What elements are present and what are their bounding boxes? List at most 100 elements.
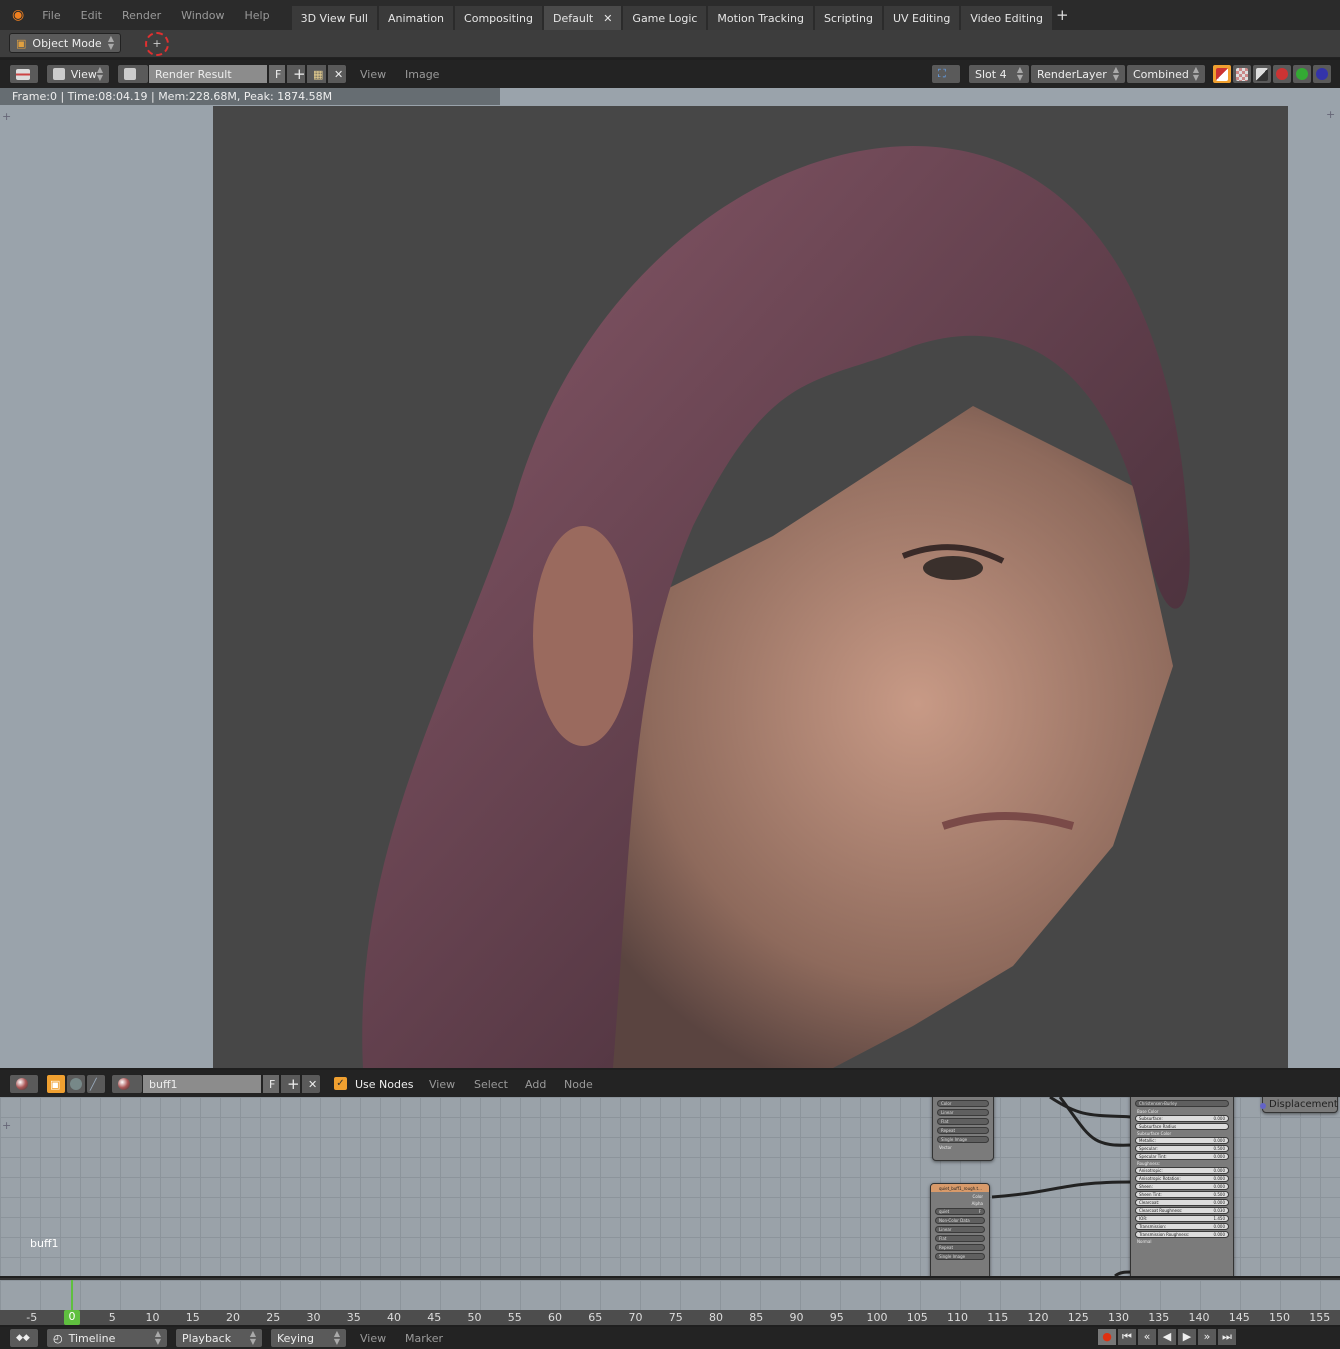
screen-tab[interactable]: Compositing: [455, 6, 542, 30]
blender-logo-icon[interactable]: ◉: [12, 7, 24, 23]
screen-tab[interactable]: Video Editing: [961, 6, 1052, 30]
play-reverse-button[interactable]: ◀: [1157, 1328, 1177, 1346]
jump-end-button[interactable]: ⏭: [1217, 1328, 1237, 1346]
shader-world-button[interactable]: [66, 1074, 86, 1094]
new-image-button[interactable]: +: [286, 64, 306, 84]
node-dropdown[interactable]: Flat: [937, 1118, 989, 1125]
node-header[interactable]: quiet_buff1_rough.t...: [931, 1184, 989, 1192]
slot-dropdown[interactable]: Slot 4 ▲ ▼: [968, 64, 1030, 84]
material-browse-button[interactable]: [111, 1074, 143, 1094]
node-dropdown[interactable]: Single Image: [937, 1136, 989, 1143]
menu-file[interactable]: File: [42, 9, 60, 22]
image-name-field[interactable]: Render Result: [148, 64, 268, 84]
green-channel-button[interactable]: [1292, 64, 1312, 84]
draw-alpha-button[interactable]: [1252, 64, 1272, 84]
frame-ruler[interactable]: -5 5 10 15 20 25 30 35 40 45 50 55 60 65 70 75 80 85 90 95 1…: [0, 1310, 1340, 1325]
draw-image-button[interactable]: [1232, 64, 1252, 84]
unlink-material-button[interactable]: ✕: [301, 1074, 321, 1094]
menu-render[interactable]: Render: [122, 9, 161, 22]
editor-type-button[interactable]: [9, 1074, 39, 1094]
image-texture-node-top[interactable]: Color Linear Flat Repeat Single Image Vector: [932, 1097, 994, 1161]
screen-tab[interactable]: Animation: [378, 6, 454, 30]
image-browse-button[interactable]: [117, 64, 149, 84]
menu-image[interactable]: Image: [405, 68, 439, 81]
region-expand-icon[interactable]: +: [2, 110, 11, 123]
red-channel-button[interactable]: [1272, 64, 1292, 84]
open-image-button[interactable]: ▦: [306, 64, 327, 84]
fake-user-button[interactable]: F: [262, 1074, 280, 1094]
bsdf-input-field[interactable]: Anisotropic: 0.000: [1135, 1167, 1229, 1174]
node-dropdown[interactable]: Flat: [935, 1235, 985, 1242]
node-canvas[interactable]: + buff1 Color Linear Flat Repeat Single Imag…: [0, 1097, 1340, 1276]
bsdf-input-field[interactable]: Specular: 0.500: [1135, 1145, 1229, 1152]
close-icon[interactable]: ✕: [603, 12, 612, 25]
view-dropdown[interactable]: View ▲ ▼: [46, 64, 110, 84]
new-material-button[interactable]: +: [280, 1074, 301, 1094]
material-name-field[interactable]: buff1: [142, 1074, 262, 1094]
menu-view[interactable]: View: [360, 68, 386, 81]
bsdf-input-field[interactable]: IOR: 1.450: [1135, 1215, 1229, 1222]
menu-node[interactable]: Node: [564, 1078, 593, 1091]
jump-start-button[interactable]: ⏮: [1117, 1328, 1137, 1346]
node-dropdown[interactable]: Repeat: [937, 1127, 989, 1134]
screen-tab[interactable]: Game Logic: [623, 6, 707, 30]
distribution-dropdown[interactable]: Christensen-Burley: [1135, 1100, 1229, 1107]
node-dropdown[interactable]: Linear: [935, 1226, 985, 1233]
bsdf-input-field[interactable]: Specular Tint: 0.000: [1135, 1153, 1229, 1160]
menu-window[interactable]: Window: [181, 9, 224, 22]
menu-marker[interactable]: Marker: [405, 1332, 443, 1345]
add-screen-icon[interactable]: +: [1056, 6, 1069, 24]
cursor-icon[interactable]: +: [145, 32, 169, 56]
bsdf-input-field[interactable]: Subsurface: 0.000: [1135, 1115, 1229, 1122]
bsdf-input-field[interactable]: Clearcoat Roughness: 0.030: [1135, 1207, 1229, 1214]
node-dropdown[interactable]: Color: [937, 1100, 989, 1107]
bsdf-input-field[interactable]: Anisotropic Rotation: 0.000: [1135, 1175, 1229, 1182]
current-frame-indicator[interactable]: 0: [64, 1310, 80, 1325]
bsdf-input-field[interactable]: Transmission: 0.000: [1135, 1223, 1229, 1230]
screen-tab[interactable]: Motion Tracking: [708, 6, 814, 30]
use-nodes-checkbox[interactable]: ✓: [334, 1077, 347, 1090]
node-dropdown[interactable]: Linear: [937, 1109, 989, 1116]
bsdf-input-field[interactable]: Clearcoat: 0.000: [1135, 1199, 1229, 1206]
menu-help[interactable]: Help: [245, 9, 270, 22]
bsdf-input-field[interactable]: Metallic: 0.000: [1135, 1137, 1229, 1144]
image-texture-node[interactable]: quiet_buff1_rough.t... Color Alpha quiet F N…: [930, 1183, 990, 1276]
region-expand-icon[interactable]: +: [2, 1119, 11, 1132]
bsdf-input-field[interactable]: Subsurface Radius: [1135, 1123, 1229, 1130]
region-expand-icon[interactable]: +: [1326, 108, 1335, 121]
use-nodes-label[interactable]: Use Nodes: [355, 1078, 414, 1091]
menu-edit[interactable]: Edit: [81, 9, 102, 22]
image-selector[interactable]: quiet F: [935, 1208, 985, 1215]
bsdf-input-field[interactable]: Sheen: 0.000: [1135, 1183, 1229, 1190]
menu-select[interactable]: Select: [474, 1078, 508, 1091]
current-frame-line[interactable]: [71, 1280, 73, 1312]
shader-object-button[interactable]: ▣: [46, 1074, 66, 1094]
mode-selector[interactable]: ▣ Object Mode ▲ ▼: [9, 33, 121, 53]
node-dropdown[interactable]: Repeat: [935, 1244, 985, 1251]
screen-tab[interactable]: UV Editing: [883, 6, 960, 30]
node-dropdown[interactable]: Single Image: [935, 1253, 985, 1260]
layer-dropdown[interactable]: RenderLayer ▲ ▼: [1030, 64, 1126, 84]
material-output-node[interactable]: Displacement: [1260, 1097, 1338, 1113]
unlink-image-button[interactable]: ✕: [327, 64, 347, 84]
timeline-area[interactable]: -5 5 10 15 20 25 30 35 40 45 50 55 60 65 70 75 80 85 90 95 1…: [0, 1278, 1340, 1325]
jump-keyframe-back-button[interactable]: «: [1137, 1328, 1157, 1346]
shader-linestyle-button[interactable]: ╱: [86, 1074, 106, 1094]
principled-bsdf-node[interactable]: Christensen-Burley Base Color Subsurface:…: [1130, 1097, 1234, 1276]
record-button[interactable]: ●: [1097, 1328, 1117, 1346]
jump-keyframe-forward-button[interactable]: »: [1197, 1328, 1217, 1346]
fake-user-button[interactable]: F: [268, 64, 286, 84]
draw-image-alpha-button[interactable]: [1212, 64, 1232, 84]
pass-dropdown[interactable]: Combined ▲ ▼: [1126, 64, 1206, 84]
bsdf-input-field[interactable]: Sheen Tint: 0.500: [1135, 1191, 1229, 1198]
menu-view[interactable]: View: [429, 1078, 455, 1091]
editor-type-button[interactable]: [9, 64, 39, 84]
zoom-mode-button[interactable]: ⛶: [931, 64, 961, 84]
blue-channel-button[interactable]: [1312, 64, 1332, 84]
editor-type-button[interactable]: ◆◆: [9, 1328, 39, 1348]
screen-tab[interactable]: 3D View Full: [291, 6, 377, 30]
screen-tab[interactable]: Default ✕: [544, 6, 622, 30]
menu-view[interactable]: View: [360, 1332, 386, 1345]
screen-tab[interactable]: Scripting: [815, 6, 882, 30]
play-button[interactable]: ▶: [1177, 1328, 1197, 1346]
